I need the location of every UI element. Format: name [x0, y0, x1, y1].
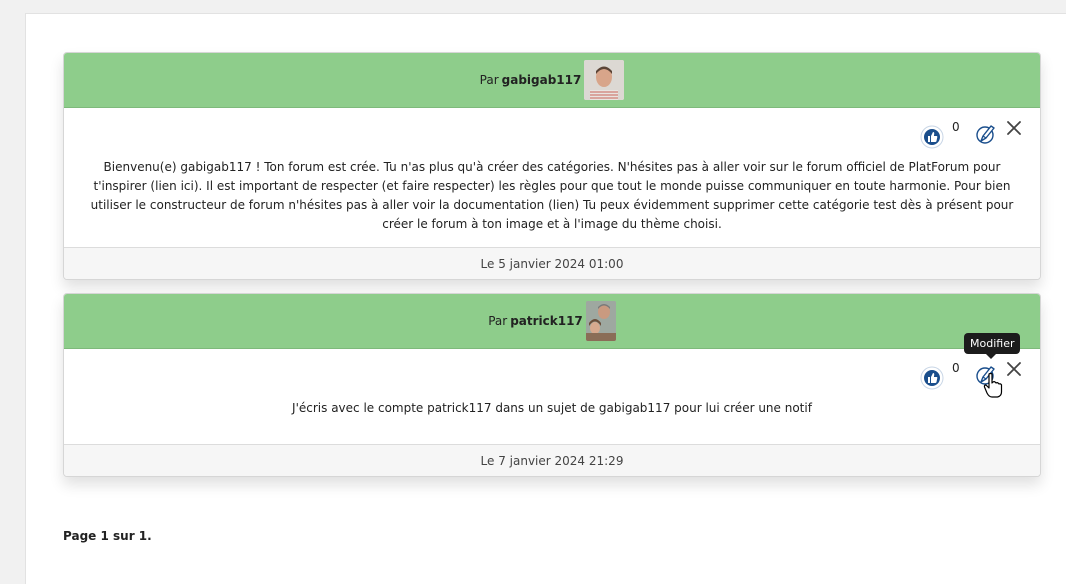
post-header: Par gabigab117 [64, 53, 1040, 108]
post-card: Par gabigab117 0 Bienvenu(e) gabigab117 … [63, 52, 1041, 280]
pointer-cursor-icon [983, 372, 1003, 398]
author-name[interactable]: gabigab117 [502, 73, 582, 87]
post-date: Le 7 janvier 2024 21:29 [64, 444, 1040, 476]
avatar[interactable] [585, 301, 616, 341]
post-card: Par patrick117 0 J'écris avec le compte … [63, 293, 1041, 477]
close-icon[interactable] [1002, 357, 1026, 381]
like-icon[interactable] [920, 366, 944, 390]
post-text: J'écris avec le compte patrick117 dans u… [292, 401, 812, 415]
post-body: 0 Bienvenu(e) gabigab117 ! Ton forum est… [64, 108, 1040, 247]
like-count: 0 [952, 361, 960, 375]
edit-tooltip: Modifier [964, 333, 1021, 359]
like-icon[interactable] [920, 125, 944, 149]
pagination-info: Page 1 sur 1. [63, 529, 152, 543]
edit-icon[interactable] [974, 122, 998, 146]
like-count: 0 [952, 120, 960, 134]
post-actions: 0 [920, 120, 1026, 149]
post-actions: 0 [920, 361, 1026, 390]
avatar[interactable] [584, 60, 625, 100]
post-body: 0 J'écris avec le compte patrick117 dans… [64, 349, 1040, 444]
post-date: Le 5 janvier 2024 01:00 [64, 247, 1040, 279]
by-label: Par [479, 73, 499, 87]
by-label: Par [488, 314, 508, 328]
post-header: Par patrick117 [64, 294, 1040, 349]
author-name[interactable]: patrick117 [510, 314, 583, 328]
close-icon[interactable] [1002, 116, 1026, 140]
post-text: Bienvenu(e) gabigab117 ! Ton forum est c… [90, 160, 1014, 231]
